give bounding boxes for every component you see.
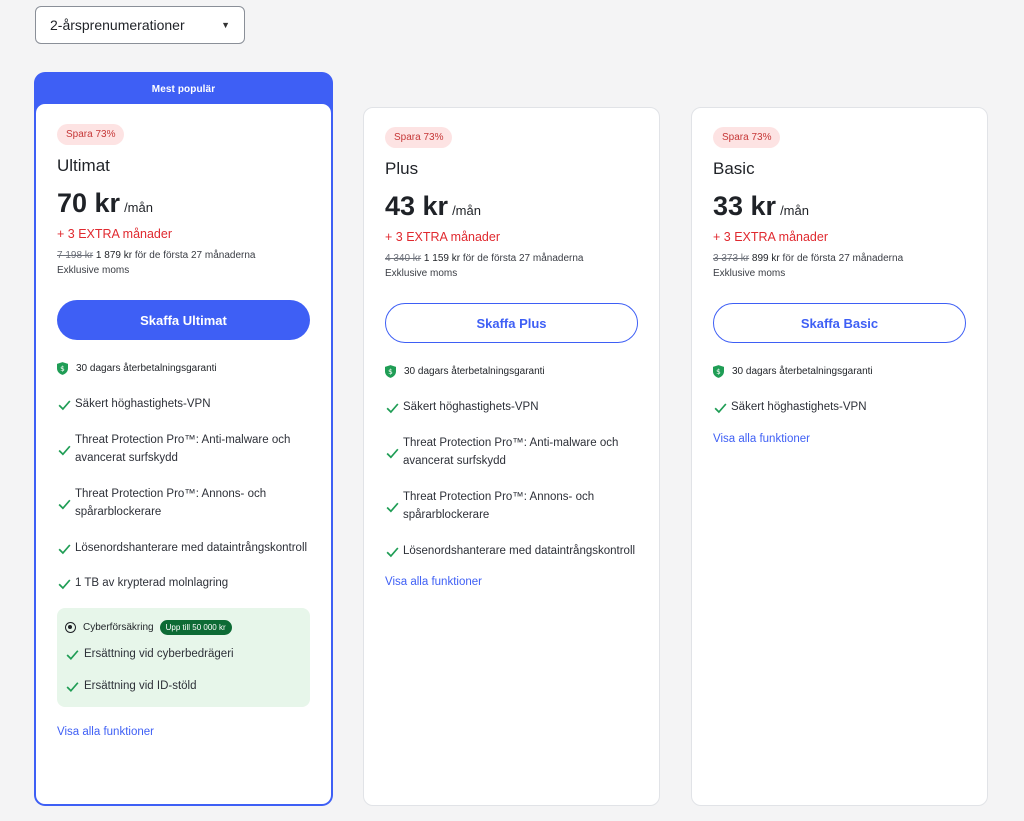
list-item: Säkert höghastighets-VPN <box>385 398 638 417</box>
old-price: 3 373 kr <box>713 253 750 264</box>
feature-list: Säkert höghastighets-VPN Threat Protecti… <box>385 398 638 560</box>
most-popular-banner: Mest populär <box>151 84 216 95</box>
plan-card-ultimat: Mest populär Spara 73% Ultimat 70 kr /må… <box>34 72 333 806</box>
savings-badge: Spara 73% <box>57 124 125 145</box>
insurance-amount-badge: Upp till 50 000 kr <box>159 619 232 635</box>
svg-text:$: $ <box>388 367 393 376</box>
price-details: 3 373 kr 899 kr för de första 27 månader… <box>713 251 966 281</box>
shield-icon: $ <box>57 362 68 375</box>
price-period-note: för de första 27 månaderna <box>134 250 256 261</box>
list-item: Ersättning vid ID-stöld <box>65 677 302 695</box>
old-price: 4 340 kr <box>385 253 422 264</box>
extra-months: + 3 EXTRA månader <box>57 227 172 241</box>
plan-name: Basic <box>713 159 755 178</box>
list-item: Threat Protection Pro™: Anti-malware och… <box>57 431 310 468</box>
plan-price: 43 kr <box>385 191 449 221</box>
check-icon <box>58 499 71 510</box>
list-item: Säkert höghastighets-VPN <box>57 395 310 414</box>
savings-badge: Spara 73% <box>713 127 781 148</box>
check-icon <box>66 681 79 692</box>
check-icon <box>58 543 71 554</box>
cyber-insurance-box: Cyberförsäkring Upp till 50 000 kr Ersät… <box>57 607 310 707</box>
get-plus-button[interactable]: Skaffa Plus <box>385 303 638 343</box>
list-item: Ersättning vid cyberbedrägeri <box>65 645 302 663</box>
extra-months: + 3 EXTRA månader <box>713 230 828 244</box>
svg-text:$: $ <box>60 364 65 373</box>
guarantee-label: 30 dagars återbetalningsgaranti <box>732 366 873 377</box>
feature-list: Säkert höghastighets-VPN <box>713 398 966 417</box>
check-icon <box>386 546 399 557</box>
list-item: Lösenordshanterare med dataintrångskontr… <box>57 539 310 558</box>
price-details: 4 340 kr 1 159 kr för de första 27 månad… <box>385 251 638 281</box>
check-icon <box>386 448 399 459</box>
feature-list: Säkert höghastighets-VPN Threat Protecti… <box>57 395 310 593</box>
check-icon <box>58 445 71 456</box>
list-item: Lösenordshanterare med dataintrångskontr… <box>385 542 638 561</box>
guarantee-label: 30 dagars återbetalningsgaranti <box>404 366 545 377</box>
subscription-period-value: 2-årsprenumerationer <box>50 17 185 33</box>
plan-card-basic: Spara 73% Basic 33 kr /mån + 3 EXTRA mån… <box>691 107 988 806</box>
insurance-icon <box>65 621 76 633</box>
insurance-title: Cyberförsäkring <box>83 621 154 633</box>
check-icon <box>386 403 399 414</box>
subscription-period-select[interactable]: 2-årsprenumerationer ▼ <box>35 6 245 44</box>
money-back-guarantee: $ 30 dagars återbetalningsgaranti <box>713 365 966 378</box>
list-item: 1 TB av krypterad molnlagring <box>57 574 310 593</box>
show-all-features-link[interactable]: Visa alla funktioner <box>713 433 966 445</box>
price-period: /mån <box>780 203 809 218</box>
plan-name: Ultimat <box>57 156 110 175</box>
show-all-features-link[interactable]: Visa alla funktioner <box>385 576 638 588</box>
plan-card-plus: Spara 73% Plus 43 kr /mån + 3 EXTRA måna… <box>363 107 660 806</box>
extra-months: + 3 EXTRA månader <box>385 230 500 244</box>
check-icon <box>66 649 79 660</box>
price-period: /mån <box>124 200 153 215</box>
list-item: Threat Protection Pro™: Annons- och spår… <box>57 485 310 522</box>
plan-price: 33 kr <box>713 191 777 221</box>
new-price: 1 159 kr <box>423 253 461 264</box>
check-icon <box>58 579 71 590</box>
tax-note: Exklusive moms <box>713 268 786 279</box>
new-price: 1 879 kr <box>95 250 133 261</box>
svg-text:$: $ <box>716 367 721 376</box>
money-back-guarantee: $ 30 dagars återbetalningsgaranti <box>385 365 638 378</box>
shield-icon: $ <box>713 365 724 378</box>
shield-icon: $ <box>385 365 396 378</box>
plan-price: 70 kr <box>57 188 121 218</box>
savings-badge: Spara 73% <box>385 127 453 148</box>
check-icon <box>386 502 399 513</box>
price-period: /mån <box>452 203 481 218</box>
check-icon <box>714 403 727 414</box>
tax-note: Exklusive moms <box>385 268 458 279</box>
price-period-note: för de första 27 månaderna <box>462 253 584 264</box>
old-price: 7 198 kr <box>57 250 94 261</box>
price-details: 7 198 kr 1 879 kr för de första 27 månad… <box>57 248 310 278</box>
chevron-down-icon: ▼ <box>221 20 230 30</box>
list-item: Threat Protection Pro™: Anti-malware och… <box>385 434 638 471</box>
guarantee-label: 30 dagars återbetalningsgaranti <box>76 363 217 374</box>
new-price: 899 kr <box>751 253 780 264</box>
list-item: Säkert höghastighets-VPN <box>713 398 966 417</box>
plan-name: Plus <box>385 159 419 178</box>
price-period-note: för de första 27 månaderna <box>782 253 904 264</box>
list-item: Threat Protection Pro™: Annons- och spår… <box>385 488 638 525</box>
show-all-features-link[interactable]: Visa alla funktioner <box>57 726 310 738</box>
money-back-guarantee: $ 30 dagars återbetalningsgaranti <box>57 362 310 375</box>
get-basic-button[interactable]: Skaffa Basic <box>713 303 966 343</box>
check-icon <box>58 400 71 411</box>
get-ultimat-button[interactable]: Skaffa Ultimat <box>57 300 310 340</box>
tax-note: Exklusive moms <box>57 265 130 276</box>
